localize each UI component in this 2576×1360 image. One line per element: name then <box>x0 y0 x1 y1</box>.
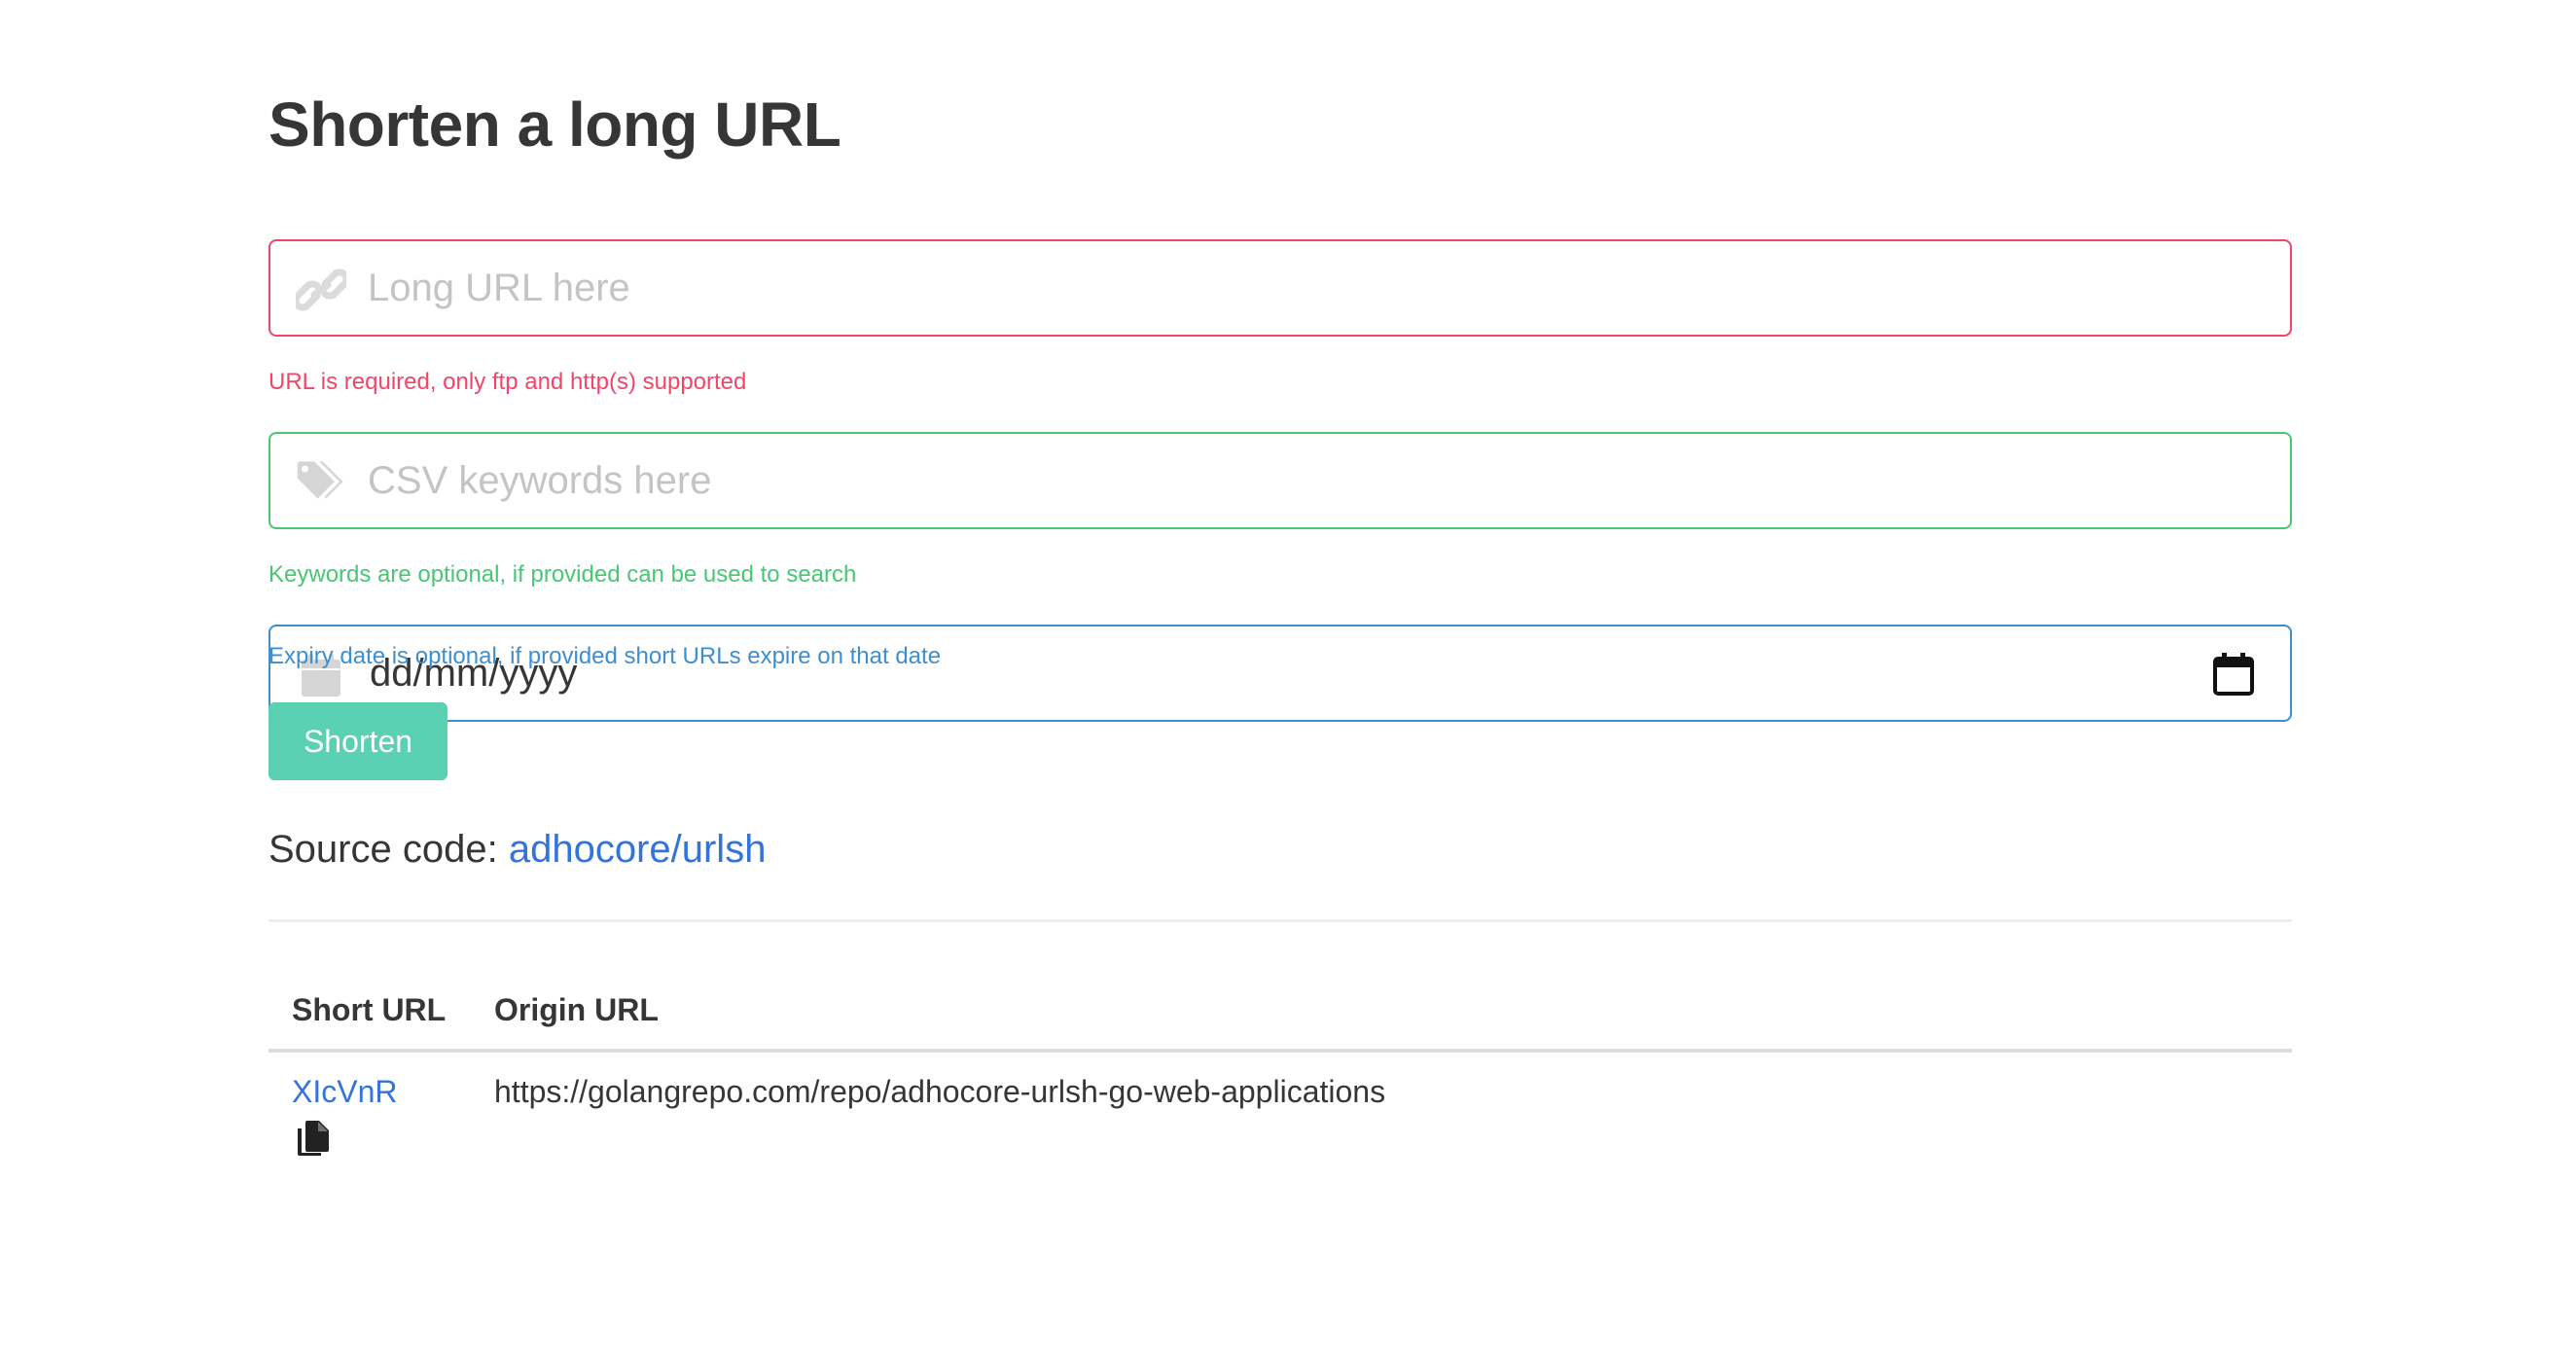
column-header-origin-url: Origin URL <box>494 992 659 1027</box>
source-code-link[interactable]: adhocore/urlsh <box>509 828 767 871</box>
keywords-field <box>268 432 2292 529</box>
keywords-help: Keywords are optional, if provided can b… <box>268 561 857 588</box>
expiry-help: Expiry date is optional, if provided sho… <box>268 643 942 669</box>
expiry-field: dd/mm/yyyy <box>268 625 2292 722</box>
calendar-picker-icon[interactable] <box>2212 652 2255 697</box>
table-header-border <box>268 1049 2292 1053</box>
divider <box>268 919 2292 922</box>
url-input[interactable] <box>368 241 2216 335</box>
tags-icon <box>296 459 346 506</box>
source-code-line: Source code: adhocore/urlsh <box>268 825 766 874</box>
url-help: URL is required, only ftp and http(s) su… <box>268 369 747 395</box>
page-title: Shorten a long URL <box>268 89 841 160</box>
expiry-input-wrapper[interactable]: dd/mm/yyyy <box>268 625 2292 722</box>
column-header-short-url: Short URL <box>292 992 447 1027</box>
keywords-input-wrapper <box>268 432 2292 529</box>
url-field <box>268 239 2292 337</box>
short-url-link[interactable]: XIcVnR <box>292 1072 397 1111</box>
link-icon <box>296 267 346 313</box>
origin-url-cell: https://golangrepo.com/repo/adhocore-url… <box>494 1074 1386 1109</box>
url-input-wrapper <box>268 239 2292 337</box>
shorten-button[interactable]: Shorten <box>268 702 447 780</box>
source-code-label: Source code: <box>268 828 498 871</box>
keywords-input[interactable] <box>368 434 2216 527</box>
copy-icon[interactable] <box>298 1121 331 1156</box>
